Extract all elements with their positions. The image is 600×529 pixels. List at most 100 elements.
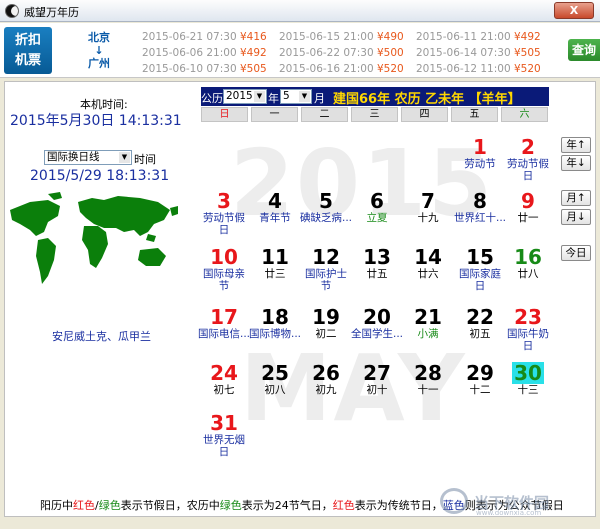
day-number: 10	[210, 245, 238, 269]
calendar-day[interactable]: 26 初九	[300, 362, 352, 396]
lunar-year-info: 建国66年 农历 乙未年 【羊年】	[333, 92, 521, 107]
today-button[interactable]: 今日	[561, 245, 591, 261]
timezone-select[interactable]: 国际换日线 ▼	[44, 150, 132, 165]
legend-text-4: 表示为传统节日，	[354, 499, 443, 512]
day-note: 廿八	[517, 268, 539, 280]
calendar-day[interactable]: 15 国际家庭日	[454, 246, 506, 292]
year-select[interactable]: 2015 ▼	[223, 89, 267, 104]
calendar-day-today[interactable]: 30 十三	[502, 362, 554, 396]
flight-offer[interactable]: 2015-06-10 07:30 ¥505	[142, 63, 279, 75]
flight-time: 2015-06-16 21:00	[279, 63, 374, 75]
calendar-day[interactable]: 29 十二	[454, 362, 506, 396]
calendar-day[interactable]: 17 国际电信...	[198, 306, 250, 340]
next-month-button[interactable]: 月↓	[561, 209, 591, 225]
calendar-day[interactable]: 16 廿八	[502, 246, 554, 280]
calendar-day[interactable]: 2 劳动节假日	[502, 136, 554, 182]
flight-offer[interactable]: 2015-06-06 21:00 ¥492	[142, 47, 279, 59]
calendar-day[interactable]: 8 世界红十...	[454, 190, 506, 224]
flight-price: ¥505	[239, 63, 267, 75]
day-note: 廿一	[517, 212, 539, 224]
close-button[interactable]: X	[554, 2, 594, 19]
local-time-value: 2015年5月30日 14:13:31	[10, 113, 182, 129]
discount-ticket-badge[interactable]: 折扣 机票	[4, 27, 52, 74]
next-year-button[interactable]: 年↓	[561, 155, 591, 171]
site-watermark: 当下软件园 www.downxia.com	[434, 486, 584, 517]
day-note: 全国学生...	[351, 328, 404, 340]
day-note: 十三	[517, 384, 539, 396]
badge-line-2: 机票	[14, 53, 41, 68]
calendar-day[interactable]: 27 初十	[351, 362, 403, 396]
flight-offer[interactable]: 2015-06-12 11:00 ¥520	[416, 63, 553, 75]
flight-offer[interactable]: 2015-06-21 07:30 ¥416	[142, 31, 279, 43]
day-note: 初八	[264, 384, 286, 396]
flight-time: 2015-06-06 21:00	[142, 47, 237, 59]
day-note: 初五	[469, 328, 491, 340]
calendar-day[interactable]: 12 国际护士节	[300, 246, 352, 292]
flight-price: ¥520	[376, 63, 404, 75]
flight-price: ¥500	[376, 47, 404, 59]
day-number: 9	[521, 189, 535, 213]
calendar-day[interactable]: 23 国际牛奶日	[502, 306, 554, 352]
legend-text-2: 表示节假日，农历中	[120, 499, 220, 512]
search-flights-button[interactable]: 查询	[568, 39, 600, 61]
calendar-day[interactable]: 6 立夏	[351, 190, 403, 224]
flight-offer[interactable]: 2015-06-22 07:30 ¥500	[279, 47, 416, 59]
weekday-label: 三	[351, 107, 398, 122]
flight-price: ¥492	[513, 31, 541, 43]
calendar-day[interactable]: 4 青年节	[249, 190, 301, 224]
flight-offer[interactable]: 2015-06-11 21:00 ¥492	[416, 31, 553, 43]
flight-time: 2015-06-14 07:30	[416, 47, 511, 59]
day-note: 初二	[315, 328, 337, 340]
month-select[interactable]: 5 ▼	[280, 89, 312, 104]
flight-offer[interactable]: 2015-06-15 21:00 ¥490	[279, 31, 416, 43]
flight-offer[interactable]: 2015-06-14 07:30 ¥505	[416, 47, 553, 59]
flight-offer[interactable]: 2015-06-16 21:00 ¥520	[279, 63, 416, 75]
legend-red-1: 红色	[73, 499, 95, 512]
calendar-day[interactable]: 14 廿六	[402, 246, 454, 280]
weekday-label: 五	[451, 107, 498, 122]
calendar-day[interactable]: 10 国际母亲节	[198, 246, 250, 292]
day-number: 15	[466, 245, 494, 269]
calendar-day[interactable]: 18 国际博物...	[249, 306, 301, 340]
day-number: 8	[473, 189, 487, 213]
flight-price: ¥520	[513, 63, 541, 75]
site-logo-icon	[440, 488, 468, 514]
world-map[interactable]	[8, 188, 184, 292]
flight-row: 2015-06-21 07:30 ¥416 2015-06-15 21:00 ¥4…	[142, 31, 542, 47]
chevron-down-icon: ▼	[254, 91, 265, 102]
flight-price: ¥492	[239, 47, 267, 59]
flight-list: 2015-06-21 07:30 ¥416 2015-06-15 21:00 ¥4…	[142, 31, 542, 77]
calendar-day[interactable]: 28 十一	[402, 362, 454, 396]
calendar-day[interactable]: 7 十九	[402, 190, 454, 224]
calendar-day[interactable]: 1 劳动节	[454, 136, 506, 170]
prev-month-button[interactable]: 月↑	[561, 190, 591, 206]
location-label: 安尼威土克、瓜甲兰	[52, 330, 151, 343]
day-number: 24	[210, 361, 238, 385]
day-note: 国际牛奶日	[507, 328, 549, 352]
calendar-day[interactable]: 11 廿三	[249, 246, 301, 280]
day-number: 22	[466, 305, 494, 329]
day-note: 十一	[417, 384, 439, 396]
calendar-day[interactable]: 31 世界无烟日	[198, 412, 250, 458]
legend-green-1: 绿色	[98, 499, 121, 512]
calendar-day[interactable]: 13 廿五	[351, 246, 403, 280]
calendar-day[interactable]: 22 初五	[454, 306, 506, 340]
calendar-day[interactable]: 25 初八	[249, 362, 301, 396]
calendar-day[interactable]: 9 廿一	[502, 190, 554, 224]
prev-year-button[interactable]: 年↑	[561, 137, 591, 153]
calendar-day[interactable]: 21 小满	[402, 306, 454, 340]
flight-price: ¥416	[239, 31, 267, 43]
weekday-label: 日	[201, 107, 248, 122]
day-number: 20	[363, 305, 391, 329]
calendar-day[interactable]: 3 劳动节假日	[198, 190, 250, 236]
calendar-day[interactable]: 24 初七	[198, 362, 250, 396]
day-number: 3	[217, 189, 231, 213]
flight-price: ¥505	[513, 47, 541, 59]
day-number: 7	[421, 189, 435, 213]
month-select-value: 5	[283, 90, 290, 102]
calendar-day[interactable]: 5 碘缺乏病...	[300, 190, 352, 224]
calendar-day[interactable]: 20 全国学生...	[351, 306, 403, 340]
day-note: 十九	[417, 212, 439, 224]
route-arrow-icon: ↓	[94, 44, 104, 57]
calendar-day[interactable]: 19 初二	[300, 306, 352, 340]
